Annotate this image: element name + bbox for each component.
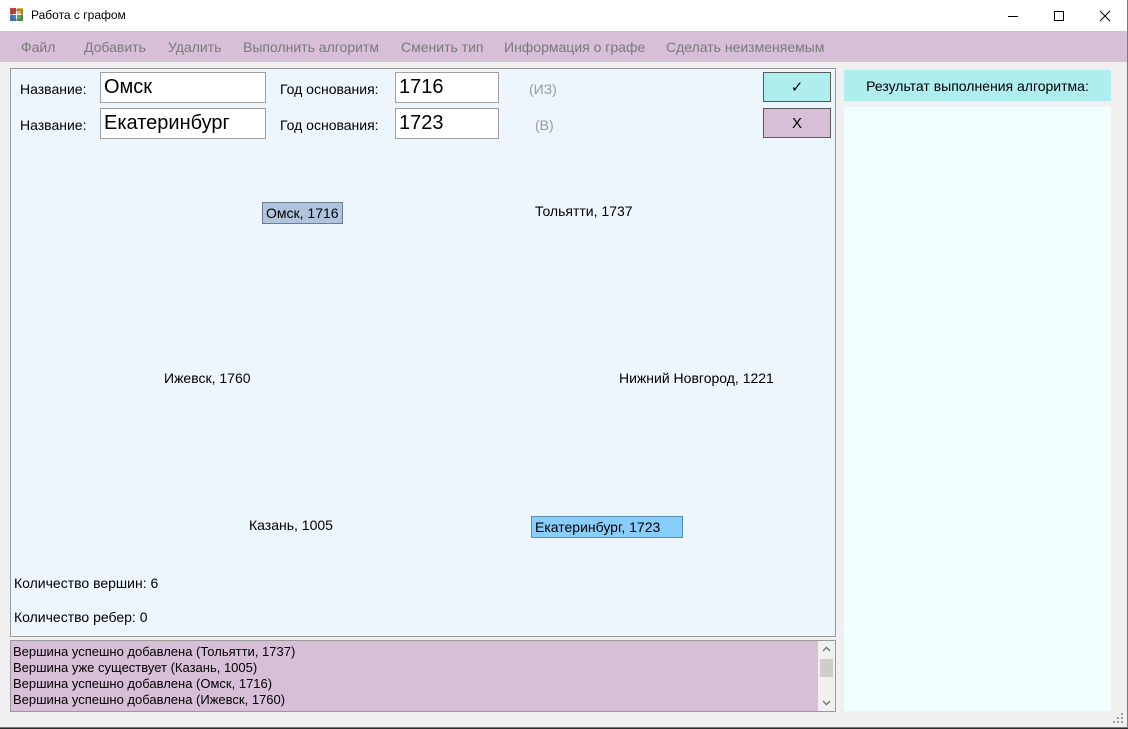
log-item[interactable]: Вершина успешно добавлена (Омск, 1716) (13, 676, 272, 691)
menu-delete[interactable]: Удалить (168, 39, 221, 55)
graph-node-omsk[interactable]: Омск, 1716 (262, 202, 343, 224)
graph-node-yekaterinburg[interactable]: Екатеринбург, 1723 (531, 516, 683, 538)
maximize-icon (1054, 10, 1064, 21)
from-year-label: Год основания: (280, 81, 379, 97)
graph-node-izhevsk[interactable]: Ижевск, 1760 (164, 368, 251, 388)
result-header-label: Результат выполнения алгоритма: (866, 77, 1089, 94)
menu-make-immutable[interactable]: Сделать неизменяемым (666, 39, 824, 55)
log-item[interactable]: Вершина успешно добавлена (Ижевск, 1760) (13, 692, 285, 707)
maximize-button[interactable] (1036, 0, 1082, 31)
title-bar: Работа с графом (0, 0, 1127, 31)
check-icon: ✓ (790, 79, 804, 96)
result-output[interactable] (844, 107, 1111, 711)
from-name-label: Название: (20, 81, 87, 97)
edge-count: Количество ребер: 0 (14, 609, 148, 625)
chevron-up-icon (822, 646, 831, 652)
graph-canvas[interactable]: Название: Омск Год основания: 1716 (ИЗ) … (10, 68, 836, 637)
result-header: Результат выполнения алгоритма: (844, 70, 1111, 101)
graph-node-kazan[interactable]: Казань, 1005 (249, 515, 333, 535)
close-button[interactable] (1082, 0, 1127, 31)
menu-graph-info[interactable]: Информация о графе (504, 39, 645, 55)
scroll-down-button[interactable] (818, 695, 835, 711)
log-item[interactable]: Вершина уже существует (Казань, 1005) (13, 660, 257, 675)
confirm-button[interactable]: ✓ (763, 72, 831, 102)
chevron-down-icon (822, 700, 831, 706)
menu-bar: Файл Добавить Удалить Выполнить алгоритм… (0, 31, 1127, 62)
from-name-input[interactable]: Омск (100, 72, 266, 103)
scroll-thumb[interactable] (820, 659, 833, 677)
vertex-count: Количество вершин: 6 (14, 575, 159, 591)
log-scrollbar[interactable] (818, 641, 835, 711)
resize-grip-icon[interactable] (1113, 713, 1123, 723)
minimize-icon (1008, 15, 1018, 17)
graph-node-tolyatti[interactable]: Тольятти, 1737 (535, 201, 633, 221)
to-hint: (В) (535, 117, 554, 133)
to-name-label: Название: (20, 117, 87, 133)
from-year-input[interactable]: 1716 (395, 72, 499, 103)
menu-change-type[interactable]: Сменить тип (401, 39, 483, 55)
app-window-icon (10, 8, 23, 21)
to-name-input[interactable]: Екатеринбург (100, 108, 266, 139)
close-icon (1099, 10, 1111, 21)
menu-add[interactable]: Добавить (84, 39, 146, 55)
minimize-button[interactable] (990, 0, 1036, 31)
scroll-up-button[interactable] (818, 641, 835, 657)
log-item[interactable]: Вершина успешно добавлена (Тольятти, 173… (13, 644, 295, 659)
to-year-input[interactable]: 1723 (395, 108, 499, 139)
menu-file[interactable]: Файл (21, 39, 55, 55)
menu-run-algorithm[interactable]: Выполнить алгоритм (243, 39, 379, 55)
from-hint: (ИЗ) (529, 81, 557, 97)
to-year-label: Год основания: (280, 117, 379, 133)
window-title: Работа с графом (31, 8, 126, 22)
cancel-button[interactable]: X (763, 108, 831, 138)
cancel-label: X (791, 114, 802, 132)
main-window: Работа с графом Файл Добавить Удалить Вы… (0, 0, 1128, 728)
log-listbox[interactable]: Вершина успешно добавлена (Тольятти, 173… (10, 640, 836, 712)
graph-node-nizhny-novgorod[interactable]: Нижний Новгород, 1221 (619, 368, 774, 388)
